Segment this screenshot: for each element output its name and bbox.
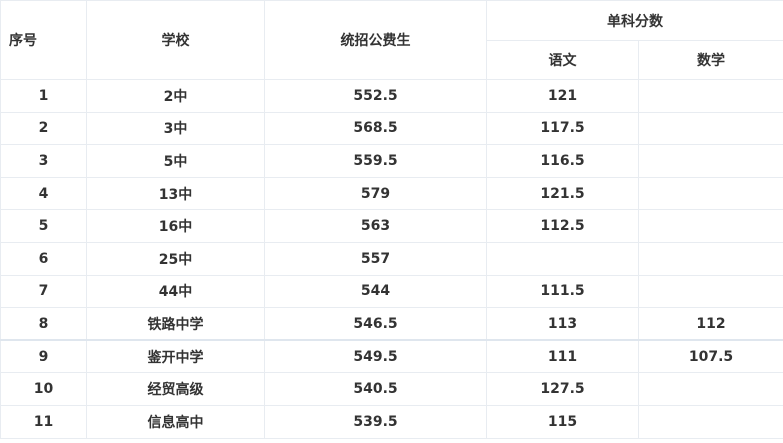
cell-math: 107.5 [638,339,783,374]
cell-index: 4 [0,176,87,211]
table-row: 3 5中 559.5 116.5 [0,144,783,178]
cell-chinese: 121 [486,79,639,113]
cell-chinese [486,241,639,276]
cell-index: 3 [0,144,87,178]
cell-school: 25中 [86,241,265,276]
header-chinese: 语文 [486,40,639,80]
school-score-table: 序号 学校 统招公费生 单科分数 语文 数学 1 2中 552.5 121 2 3中 568… [0,0,783,439]
cell-index: 6 [0,241,87,276]
cell-chinese: 113 [486,307,639,341]
cell-index: 2 [0,111,87,146]
header-math: 数学 [638,40,783,80]
table-header: 序号 学校 统招公费生 单科分数 语文 数学 [0,0,783,80]
table-row: 6 25中 557 [0,241,783,276]
cell-chinese: 115 [486,404,639,439]
table-row: 10 经贸高级 540.5 127.5 [0,372,783,406]
cell-public-score: 559.5 [264,144,487,178]
header-index: 序号 [0,0,87,80]
cell-math [638,79,783,113]
table-row: 5 16中 563 112.5 [0,209,783,243]
table-row: 2 3中 568.5 117.5 [0,111,783,146]
cell-public-score: 539.5 [264,404,487,439]
cell-math: 112 [638,307,783,341]
cell-chinese: 111.5 [486,274,639,309]
cell-math [638,274,783,309]
cell-public-score: 563 [264,209,487,243]
cell-chinese: 111 [486,339,639,374]
cell-public-score: 552.5 [264,79,487,113]
cell-public-score: 546.5 [264,307,487,341]
cell-math [638,176,783,211]
cell-public-score: 579 [264,176,487,211]
cell-index: 5 [0,209,87,243]
cell-chinese: 112.5 [486,209,639,243]
cell-math [638,241,783,276]
cell-school: 3中 [86,111,265,146]
cell-math [638,404,783,439]
header-public-score: 统招公费生 [264,0,487,80]
cell-school: 13中 [86,176,265,211]
table-row: 1 2中 552.5 121 [0,79,783,113]
cell-school: 16中 [86,209,265,243]
cell-math [638,209,783,243]
cell-math [638,111,783,146]
cell-index: 11 [0,404,87,439]
table-row: 7 44中 544 111.5 [0,274,783,309]
cell-school: 5中 [86,144,265,178]
cell-index: 9 [0,339,87,374]
cell-school: 44中 [86,274,265,309]
cell-public-score: 557 [264,241,487,276]
table-row: 9 鉴开中学 549.5 111 107.5 [0,339,783,374]
cell-chinese: 121.5 [486,176,639,211]
cell-index: 7 [0,274,87,309]
table-body: 1 2中 552.5 121 2 3中 568.5 117.5 3 5中 559.5 116.5 4 13… [0,79,783,439]
cell-index: 10 [0,372,87,406]
cell-public-score: 568.5 [264,111,487,146]
table-row: 11 信息高中 539.5 115 [0,404,783,439]
cell-public-score: 540.5 [264,372,487,406]
cell-chinese: 127.5 [486,372,639,406]
cell-school: 信息高中 [86,404,265,439]
cell-chinese: 117.5 [486,111,639,146]
cell-math [638,144,783,178]
header-school: 学校 [86,0,265,80]
cell-school: 2中 [86,79,265,113]
cell-school: 鉴开中学 [86,339,265,374]
cell-public-score: 544 [264,274,487,309]
header-row-1: 序号 学校 统招公费生 单科分数 [0,0,783,80]
cell-math [638,372,783,406]
header-subject-group: 单科分数 [486,0,783,41]
cell-index: 8 [0,307,87,341]
cell-school: 经贸高级 [86,372,265,406]
cell-index: 1 [0,79,87,113]
cell-public-score: 549.5 [264,339,487,374]
cell-chinese: 116.5 [486,144,639,178]
cell-school: 铁路中学 [86,307,265,341]
table-row: 4 13中 579 121.5 [0,176,783,211]
table-row: 8 铁路中学 546.5 113 112 [0,307,783,341]
